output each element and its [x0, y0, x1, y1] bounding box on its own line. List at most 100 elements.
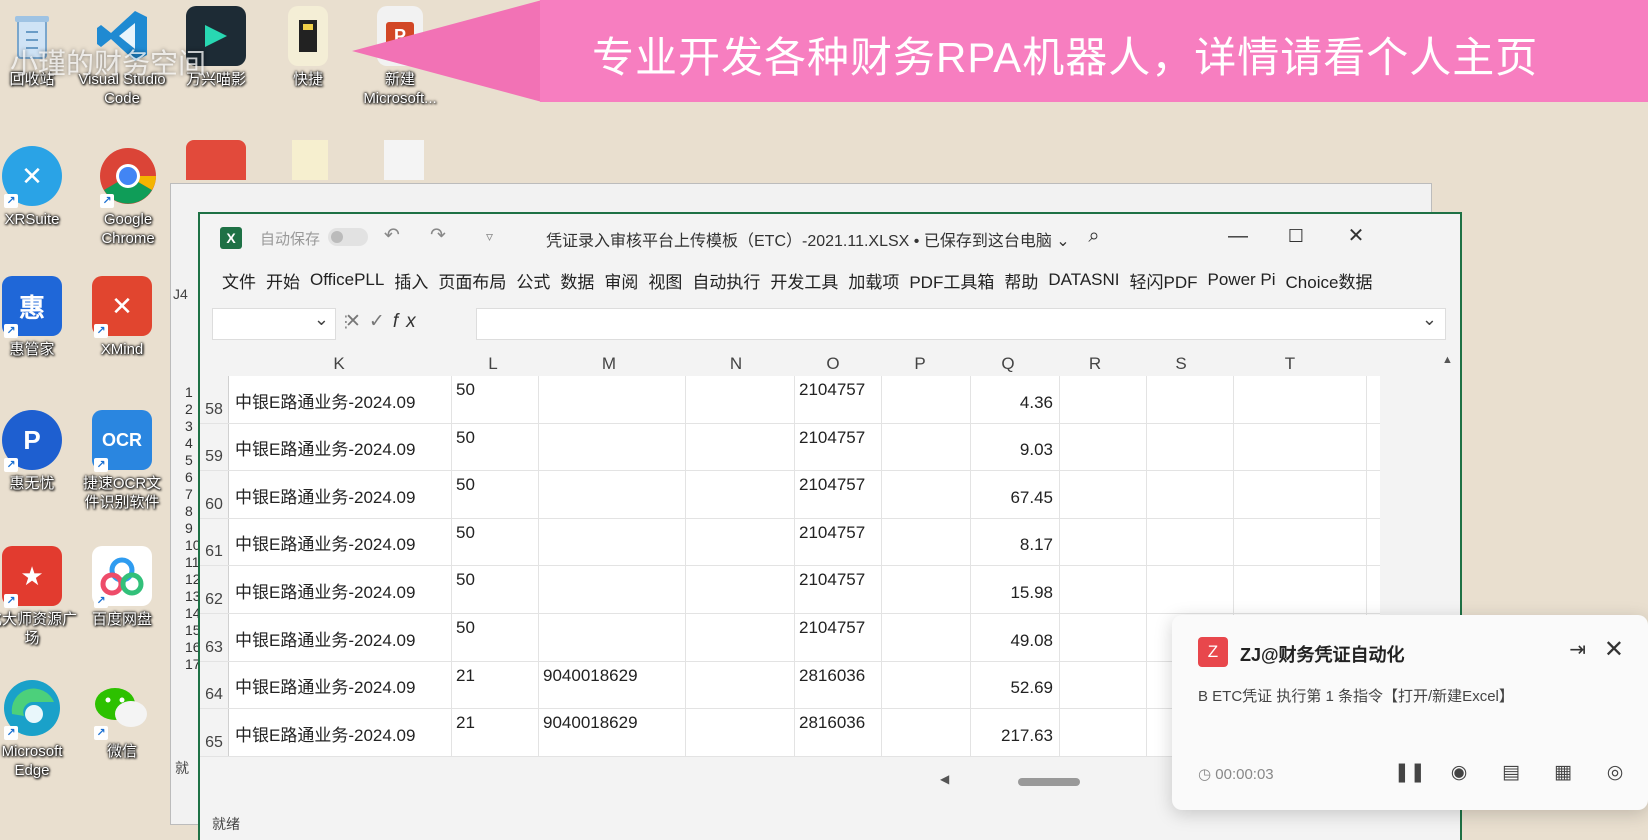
cell-Q[interactable]: 8.17: [971, 518, 1060, 566]
pause-icon[interactable]: ❚❚: [1394, 760, 1426, 786]
cell-N[interactable]: [686, 613, 795, 661]
undo-icon[interactable]: ↶: [384, 224, 400, 247]
scroll-thumb[interactable]: [1018, 778, 1080, 786]
cell-Q[interactable]: 9.03: [971, 423, 1060, 471]
cell-K[interactable]: 中银E路通业务-2024.09: [229, 376, 452, 423]
ribbon-tab[interactable]: 公式: [516, 268, 550, 293]
desktop-icon-chrome[interactable]: ↗ Google Chrome: [82, 146, 174, 248]
column-header[interactable]: O: [790, 352, 876, 376]
cell-M[interactable]: [539, 566, 686, 613]
cell-N[interactable]: [686, 423, 795, 471]
column-header[interactable]: T: [1224, 352, 1356, 376]
cell-P[interactable]: [882, 661, 971, 709]
cell-N[interactable]: [686, 471, 795, 518]
row-number[interactable]: 65: [200, 709, 229, 756]
desktop-icon-xrsuite[interactable]: ✕ ↗ XRSuite: [0, 146, 78, 229]
cell-O[interactable]: 2104757: [795, 376, 882, 423]
cell-S[interactable]: [1147, 471, 1234, 518]
cell-L[interactable]: 50: [452, 376, 539, 423]
formula-input[interactable]: [476, 308, 1446, 340]
log-icon[interactable]: ▤: [1498, 760, 1524, 786]
column-header[interactable]: L: [450, 352, 536, 376]
document-icon[interactable]: [384, 140, 424, 180]
browser-icon[interactable]: ◎: [1602, 760, 1628, 786]
close-icon[interactable]: ✕: [1342, 222, 1370, 250]
desktop-icon-xmind[interactable]: ✕ ↗ XMind: [76, 276, 168, 359]
desktop-icon-baidu-netdisk[interactable]: ↗ 百度网盘: [76, 546, 168, 629]
ribbon-tab[interactable]: DATASNI: [1048, 270, 1119, 290]
cell-Q[interactable]: 217.63: [971, 709, 1060, 756]
row-number[interactable]: 64: [200, 661, 229, 709]
row-number[interactable]: 62: [200, 566, 229, 613]
cell-O[interactable]: 2104757: [795, 423, 882, 471]
column-header[interactable]: M: [536, 352, 682, 376]
cell-P[interactable]: [882, 471, 971, 518]
cell-R[interactable]: [1060, 709, 1147, 756]
column-header[interactable]: S: [1138, 352, 1224, 376]
ribbon-tab[interactable]: 帮助: [1004, 268, 1038, 293]
ribbon-tab[interactable]: 开始: [266, 268, 300, 293]
stop-icon[interactable]: ◉: [1446, 760, 1472, 786]
cell-Q[interactable]: 49.08: [971, 613, 1060, 661]
column-header[interactable]: Q: [964, 352, 1052, 376]
cell-T[interactable]: [1234, 566, 1367, 613]
maximize-icon[interactable]: ☐: [1282, 222, 1310, 250]
column-header[interactable]: N: [682, 352, 790, 376]
cell-P[interactable]: [882, 613, 971, 661]
row-number[interactable]: 59: [200, 423, 229, 471]
cell-O[interactable]: 2104757: [795, 566, 882, 613]
ribbon-tab[interactable]: 数据: [560, 268, 594, 293]
ribbon-tab[interactable]: 加载项: [848, 268, 899, 293]
cell-T[interactable]: [1234, 423, 1367, 471]
redo-icon[interactable]: ↷: [430, 224, 446, 247]
cell-O[interactable]: 2816036: [795, 709, 882, 756]
cell-R[interactable]: [1060, 518, 1147, 566]
cell-N[interactable]: [686, 518, 795, 566]
cell-K[interactable]: 中银E路通业务-2024.09: [229, 566, 452, 613]
column-header[interactable]: K: [228, 352, 450, 376]
scroll-left-icon[interactable]: ◀: [940, 772, 949, 786]
row-number[interactable]: 63: [200, 613, 229, 661]
cell-M[interactable]: [539, 613, 686, 661]
desktop-icon-ocr[interactable]: OCR ↗ 捷速OCR文件识别软件: [76, 410, 168, 512]
cell-N[interactable]: [686, 661, 795, 709]
search-icon[interactable]: ⌕: [1080, 222, 1108, 250]
column-header[interactable]: R: [1052, 352, 1138, 376]
cell-R[interactable]: [1060, 661, 1147, 709]
enter-icon[interactable]: ✓: [369, 311, 393, 332]
close-icon[interactable]: ✕: [1604, 635, 1624, 664]
ribbon-tab[interactable]: 开发工具: [770, 268, 838, 293]
cell-P[interactable]: [882, 376, 971, 423]
cell-L[interactable]: 50: [452, 471, 539, 518]
ribbon-tab[interactable]: 自动执行: [692, 268, 760, 293]
cell-R[interactable]: [1060, 566, 1147, 613]
cell-S[interactable]: [1147, 376, 1234, 423]
desktop-icon-huiguanjia[interactable]: 惠 ↗ 惠管家: [0, 276, 78, 359]
cell-L[interactable]: 21: [452, 661, 539, 709]
row-number[interactable]: 61: [200, 518, 229, 566]
cell-T[interactable]: [1234, 518, 1367, 566]
cell-O[interactable]: 2816036: [795, 661, 882, 709]
ribbon-tab[interactable]: Choice数据: [1286, 268, 1373, 293]
cell-R[interactable]: [1060, 613, 1147, 661]
ribbon-tab[interactable]: 视图: [648, 268, 682, 293]
desktop-icon-wechat[interactable]: ↗ 微信: [76, 678, 168, 761]
desktop-icon-shortcut[interactable]: 快捷: [262, 6, 354, 89]
stock-app-icon[interactable]: [186, 140, 246, 180]
document-title[interactable]: 凭证录入审核平台上传模板（ETC）-2021.11.XLSX • 已保存到这台电…: [546, 227, 1070, 251]
ribbon-tab[interactable]: Power Pi: [1208, 270, 1276, 290]
cell-S[interactable]: [1147, 518, 1234, 566]
cell-R[interactable]: [1060, 471, 1147, 518]
desktop-icon-huadashi[interactable]: ★↗ 化大师资源广场: [0, 546, 78, 648]
cancel-icon[interactable]: ✕: [345, 311, 369, 332]
cell-P[interactable]: [882, 566, 971, 613]
cell-Q[interactable]: 52.69: [971, 661, 1060, 709]
cell-M[interactable]: 9040018629: [539, 709, 686, 756]
cell-L[interactable]: 50: [452, 613, 539, 661]
row-number[interactable]: 60: [200, 471, 229, 518]
ribbon-tab[interactable]: 审阅: [604, 268, 638, 293]
cell-L[interactable]: 21: [452, 709, 539, 756]
row-number[interactable]: 58: [200, 376, 229, 423]
minimize-icon[interactable]: —: [1224, 222, 1252, 250]
ribbon-tab[interactable]: OfficePLL: [310, 270, 384, 290]
